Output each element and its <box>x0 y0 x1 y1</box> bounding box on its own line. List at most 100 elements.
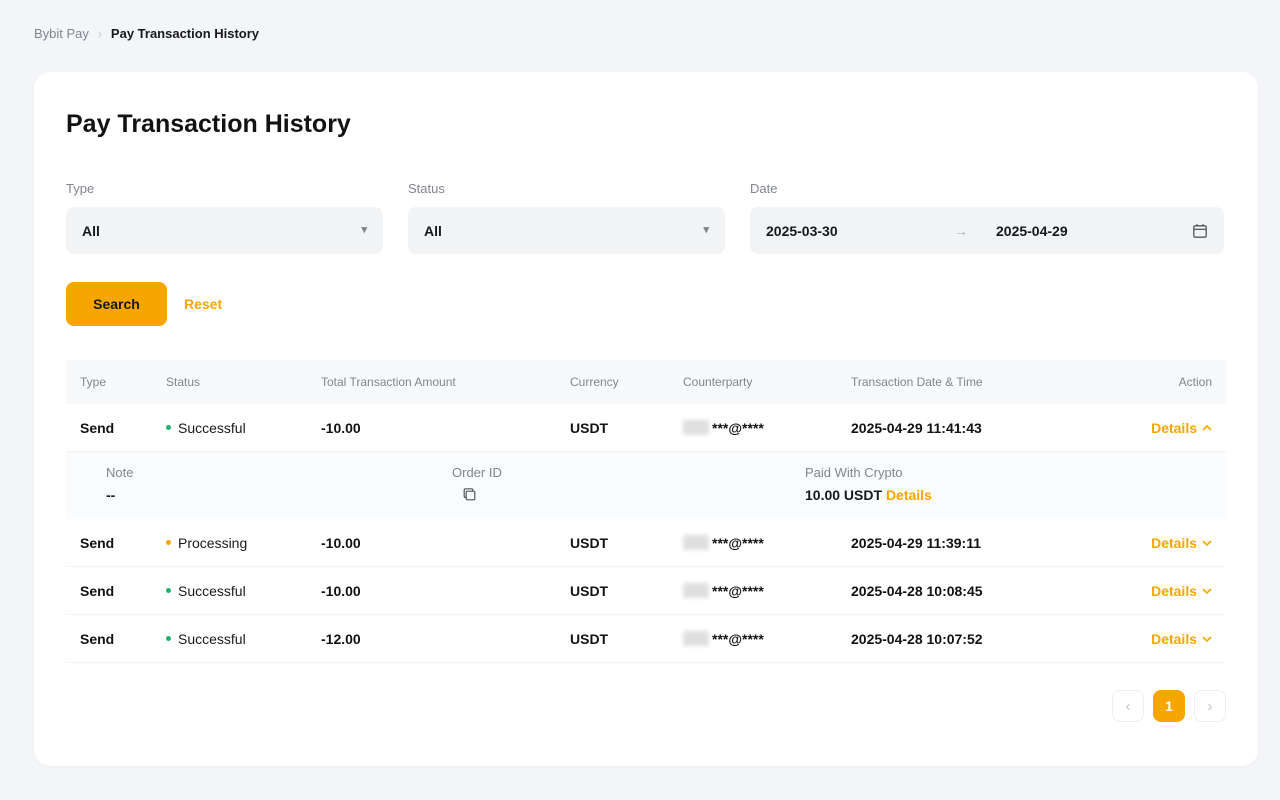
filter-actions: Search Reset <box>66 282 1226 326</box>
header-datetime: Transaction Date & Time <box>851 375 1092 389</box>
status-dot-icon <box>166 588 171 593</box>
chevron-down-icon <box>1202 540 1212 546</box>
cell-currency: USDT <box>570 631 683 647</box>
filters-row: Type All ▾ Status All ▾ Date 2025-03-30 … <box>66 181 1226 254</box>
search-button[interactable]: Search <box>66 282 167 326</box>
breadcrumb-current: Pay Transaction History <box>111 26 259 41</box>
redacted-blur <box>683 420 709 435</box>
type-filter: Type All ▾ <box>66 181 383 254</box>
cell-currency: USDT <box>570 583 683 599</box>
date-range-input[interactable]: 2025-03-30 → 2025-04-29 <box>750 207 1224 254</box>
next-page-button[interactable]: › <box>1194 690 1226 722</box>
breadcrumb-parent[interactable]: Bybit Pay <box>34 26 89 41</box>
cell-amount: -10.00 <box>321 583 570 599</box>
status-select[interactable]: All ▾ <box>408 207 725 254</box>
prev-page-button[interactable]: ‹ <box>1112 690 1144 722</box>
counterparty-text: ***@**** <box>712 631 764 647</box>
header-currency: Currency <box>570 375 683 389</box>
reset-button[interactable]: Reset <box>184 296 222 312</box>
date-end-value[interactable]: 2025-04-29 <box>996 223 1192 239</box>
counterparty-text: ***@**** <box>712 535 764 551</box>
header-type: Type <box>80 375 166 389</box>
chevron-down-icon <box>1202 636 1212 642</box>
paid-details-link[interactable]: Details <box>886 487 932 503</box>
type-filter-label: Type <box>66 181 383 196</box>
paid-label: Paid With Crypto <box>805 465 1226 480</box>
type-select-value: All <box>82 223 100 239</box>
cell-currency: USDT <box>570 535 683 551</box>
cell-status: Successful <box>166 420 321 436</box>
paid-value: 10.00 USDT <box>805 487 882 503</box>
cell-counterparty: ***@**** <box>683 535 851 551</box>
note-value: -- <box>106 487 452 503</box>
table-row: Send Successful -10.00 USDT ***@**** 202… <box>66 404 1226 452</box>
expanded-detail-panel: Note -- Order ID <box>66 452 1226 519</box>
details-label: Details <box>1151 535 1197 551</box>
date-filter-label: Date <box>750 181 1224 196</box>
status-text: Successful <box>178 420 246 436</box>
table-row: Send Successful -12.00 USDT ***@**** 202… <box>66 615 1226 663</box>
header-status: Status <box>166 375 321 389</box>
redacted-blur <box>683 583 709 598</box>
counterparty-text: ***@**** <box>712 420 764 436</box>
pay-transaction-history-card: Pay Transaction History Type All ▾ Statu… <box>34 72 1258 766</box>
pagination: ‹ 1 › <box>66 690 1226 722</box>
cell-counterparty: ***@**** <box>683 583 851 599</box>
calendar-icon[interactable] <box>1192 223 1208 239</box>
details-button[interactable]: Details <box>1151 535 1212 551</box>
date-range-arrow-icon: → <box>954 223 968 239</box>
header-amount: Total Transaction Amount <box>321 375 570 389</box>
counterparty-text: ***@**** <box>712 583 764 599</box>
status-text: Successful <box>178 631 246 647</box>
redacted-blur <box>683 535 709 550</box>
details-label: Details <box>1151 583 1197 599</box>
current-page-button[interactable]: 1 <box>1153 690 1185 722</box>
table-row: Send Successful -10.00 USDT ***@**** 202… <box>66 567 1226 615</box>
cell-type: Send <box>80 631 166 647</box>
cell-type: Send <box>80 583 166 599</box>
cell-amount: -10.00 <box>321 535 570 551</box>
page-title: Pay Transaction History <box>66 110 1226 139</box>
cell-counterparty: ***@**** <box>683 420 851 436</box>
cell-datetime: 2025-04-28 10:08:45 <box>851 583 1092 599</box>
cell-status: Successful <box>166 583 321 599</box>
table-header-row: Type Status Total Transaction Amount Cur… <box>66 360 1226 404</box>
breadcrumb-separator-icon: › <box>98 27 102 41</box>
status-filter: Status All ▾ <box>408 181 725 254</box>
details-button[interactable]: Details <box>1151 583 1212 599</box>
status-text: Processing <box>178 535 247 551</box>
cell-status: Successful <box>166 631 321 647</box>
redacted-blur <box>683 631 709 646</box>
status-text: Successful <box>178 583 246 599</box>
status-dot-icon <box>166 636 171 641</box>
chevron-up-icon <box>1202 425 1212 431</box>
cell-amount: -12.00 <box>321 631 570 647</box>
status-dot-icon <box>166 540 171 545</box>
status-dot-icon <box>166 425 171 430</box>
details-label: Details <box>1151 420 1197 436</box>
cell-datetime: 2025-04-29 11:41:43 <box>851 420 1092 436</box>
details-label: Details <box>1151 631 1197 647</box>
cell-counterparty: ***@**** <box>683 631 851 647</box>
chevron-down-icon: ▾ <box>703 225 709 236</box>
date-start-value[interactable]: 2025-03-30 <box>766 223 954 239</box>
date-filter: Date 2025-03-30 → 2025-04-29 <box>750 181 1224 254</box>
cell-amount: -10.00 <box>321 420 570 436</box>
breadcrumb: Bybit Pay › Pay Transaction History <box>0 0 1280 41</box>
transactions-table: Type Status Total Transaction Amount Cur… <box>66 360 1226 663</box>
order-id-label: Order ID <box>452 465 805 480</box>
type-select[interactable]: All ▾ <box>66 207 383 254</box>
status-filter-label: Status <box>408 181 725 196</box>
cell-status: Processing <box>166 535 321 551</box>
header-action: Action <box>1092 375 1212 389</box>
details-button[interactable]: Details <box>1151 631 1212 647</box>
copy-icon[interactable] <box>462 487 477 502</box>
details-button[interactable]: Details <box>1151 420 1212 436</box>
cell-type: Send <box>80 535 166 551</box>
paid-with-crypto-block: Paid With Crypto 10.00 USDT Details <box>805 465 1226 503</box>
cell-type: Send <box>80 420 166 436</box>
cell-currency: USDT <box>570 420 683 436</box>
cell-datetime: 2025-04-28 10:07:52 <box>851 631 1092 647</box>
chevron-down-icon: ▾ <box>361 225 367 236</box>
cell-datetime: 2025-04-29 11:39:11 <box>851 535 1092 551</box>
